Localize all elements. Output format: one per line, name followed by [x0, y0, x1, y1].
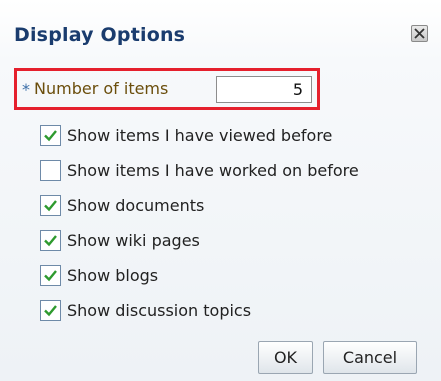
checkbox[interactable] — [40, 125, 61, 146]
option-worked-on-before[interactable]: Show items I have worked on before — [40, 153, 359, 188]
number-of-items-label: Number of items — [34, 79, 169, 98]
option-label: Show documents — [67, 196, 205, 215]
checkbox[interactable] — [40, 300, 61, 321]
number-of-items-input[interactable] — [216, 76, 312, 103]
checkmark-icon — [44, 200, 57, 212]
required-indicator: * — [22, 80, 30, 99]
cancel-button[interactable]: Cancel — [323, 341, 417, 374]
checkmark-icon — [44, 235, 57, 247]
option-viewed-before[interactable]: Show items I have viewed before — [40, 118, 359, 153]
option-wiki-pages[interactable]: Show wiki pages — [40, 223, 359, 258]
option-label: Show items I have worked on before — [67, 161, 359, 180]
dialog-title: Display Options — [14, 24, 186, 46]
option-documents[interactable]: Show documents — [40, 188, 359, 223]
options-list: Show items I have viewed before Show ite… — [40, 118, 359, 328]
checkmark-icon — [44, 270, 57, 282]
option-label: Show wiki pages — [67, 231, 200, 250]
close-button[interactable] — [411, 25, 428, 42]
checkmark-icon — [44, 130, 57, 142]
checkbox[interactable] — [40, 195, 61, 216]
checkbox[interactable] — [40, 160, 61, 181]
checkbox[interactable] — [40, 230, 61, 251]
option-discussion-topics[interactable]: Show discussion topics — [40, 293, 359, 328]
option-label: Show blogs — [67, 266, 159, 285]
display-options-dialog: Display Options * Number of items Show i… — [0, 0, 441, 381]
option-label: Show discussion topics — [67, 301, 252, 320]
checkmark-icon — [44, 305, 57, 317]
close-icon — [414, 28, 425, 39]
ok-button[interactable]: OK — [258, 341, 313, 374]
option-label: Show items I have viewed before — [67, 126, 333, 145]
checkbox[interactable] — [40, 265, 61, 286]
option-blogs[interactable]: Show blogs — [40, 258, 359, 293]
